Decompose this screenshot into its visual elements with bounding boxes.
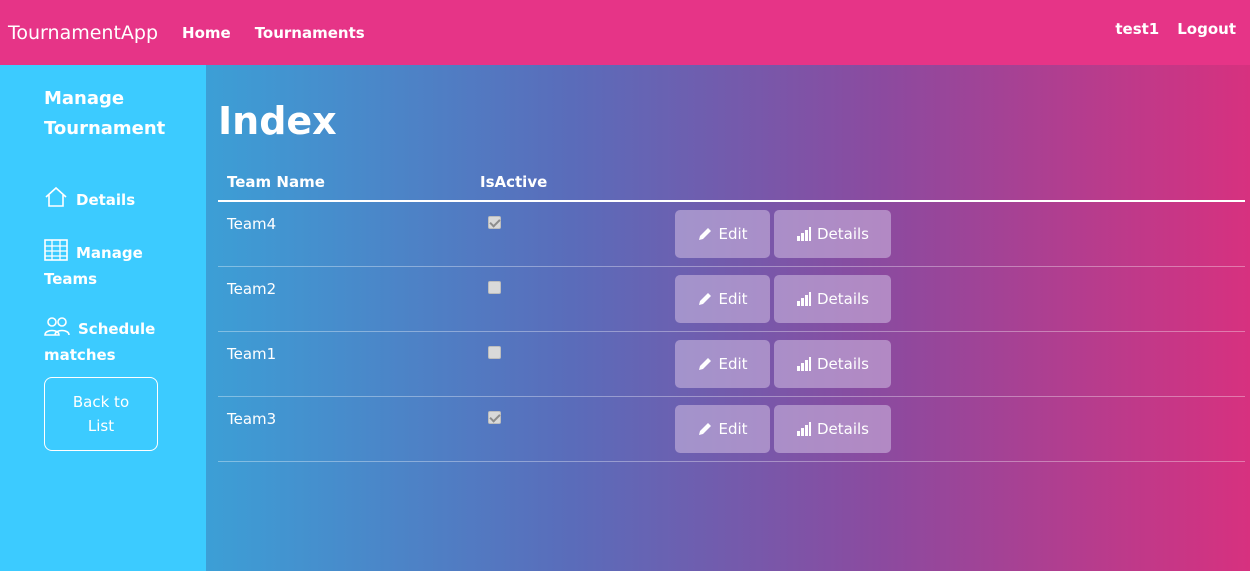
table-row: Team3 Edit Details — [218, 397, 1245, 462]
details-label: Details — [816, 355, 869, 373]
edit-button[interactable]: Edit — [675, 210, 770, 258]
pencil-icon — [699, 423, 712, 435]
team-name-cell: Team1 — [227, 345, 277, 363]
sidebar-item-details[interactable]: Details — [44, 186, 194, 213]
details-button[interactable]: Details — [774, 340, 891, 388]
details-button[interactable]: Details — [774, 210, 891, 258]
bar-chart-icon — [796, 227, 811, 241]
sidebar-item-manage-teams[interactable]: Manage Teams — [44, 239, 194, 292]
bar-chart-icon — [796, 292, 811, 306]
isactive-checkbox — [488, 411, 501, 424]
teams-table: Team Name IsActive Team4 Edit Details Te… — [218, 171, 1245, 462]
nav-user-area: test1 Logout — [1097, 0, 1236, 58]
edit-label: Edit — [718, 290, 748, 308]
table-icon — [44, 239, 68, 261]
sidebar-item-label: Details — [76, 191, 136, 209]
logout-link[interactable]: Logout — [1177, 20, 1236, 38]
edit-button[interactable]: Edit — [675, 340, 770, 388]
main-content: Index Team Name IsActive Team4 Edit Deta… — [206, 65, 1250, 571]
sidebar: Manage Tournament Details Manage Teams S… — [0, 65, 206, 571]
pencil-icon — [699, 358, 712, 370]
edit-button[interactable]: Edit — [675, 405, 770, 453]
nav-home-link[interactable]: Home — [182, 24, 231, 42]
edit-label: Edit — [718, 355, 748, 373]
brand-link[interactable]: TournamentApp — [8, 22, 158, 44]
details-button[interactable]: Details — [774, 405, 891, 453]
isactive-checkbox — [488, 281, 501, 294]
back-to-list-button[interactable]: Back to List — [44, 377, 158, 451]
sidebar-item-schedule-matches[interactable]: Schedule matches — [44, 315, 194, 368]
details-label: Details — [816, 290, 869, 308]
edit-button[interactable]: Edit — [675, 275, 770, 323]
home-icon — [45, 186, 67, 207]
table-row: Team4 Edit Details — [218, 202, 1245, 267]
table-header: Team Name IsActive — [218, 171, 1245, 202]
pencil-icon — [699, 293, 712, 305]
details-label: Details — [816, 225, 869, 243]
navbar: TournamentApp Home Tournaments test1 Log… — [0, 0, 1250, 65]
isactive-checkbox — [488, 346, 501, 359]
pencil-icon — [699, 228, 712, 240]
edit-label: Edit — [718, 225, 748, 243]
bar-chart-icon — [796, 422, 811, 436]
table-row: Team2 Edit Details — [218, 267, 1245, 332]
sidebar-title: Manage Tournament — [44, 88, 166, 139]
edit-label: Edit — [718, 420, 748, 438]
table-row: Team1 Edit Details — [218, 332, 1245, 397]
details-button[interactable]: Details — [774, 275, 891, 323]
user-name-link[interactable]: test1 — [1115, 20, 1159, 38]
people-icon — [44, 317, 70, 336]
isactive-checkbox — [488, 216, 501, 229]
column-header-isactive: IsActive — [480, 173, 548, 191]
column-header-team-name: Team Name — [227, 173, 325, 191]
bar-chart-icon — [796, 357, 811, 371]
team-name-cell: Team2 — [227, 280, 277, 298]
nav-tournaments-link[interactable]: Tournaments — [255, 24, 365, 42]
details-label: Details — [816, 420, 869, 438]
page-title: Index — [218, 99, 337, 143]
team-name-cell: Team4 — [227, 215, 277, 233]
team-name-cell: Team3 — [227, 410, 277, 428]
